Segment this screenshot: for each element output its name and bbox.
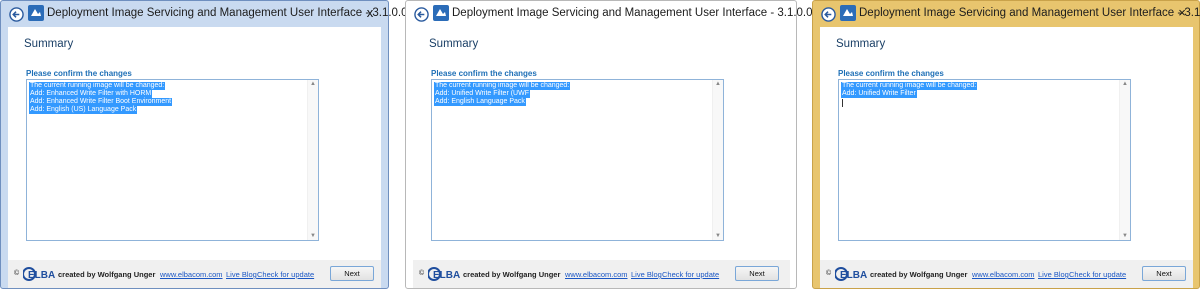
scroll-down-icon[interactable]: ▼ <box>715 233 721 239</box>
scroll-up-icon[interactable]: ▲ <box>1122 81 1128 87</box>
created-by-label: created by Wolfgang Unger <box>870 270 968 279</box>
change-line: Add: Enhanced Write Filter with HORM <box>29 90 153 98</box>
next-button[interactable]: Next <box>735 266 779 281</box>
dism-app-icon <box>28 5 44 21</box>
footer: © ELBA created by Wolfgang Unger www.elb… <box>8 260 381 288</box>
change-line: Add: Unified Write Filter (UWF <box>434 90 530 98</box>
created-by-label: created by Wolfgang Unger <box>463 270 561 279</box>
vertical-scrollbar[interactable]: ▲ ▼ <box>1119 80 1130 240</box>
change-line: Add: Unified Write Filter <box>841 90 917 98</box>
dism-app-icon <box>840 5 856 21</box>
client-area: Summary Please confirm the changes The c… <box>413 27 790 288</box>
page-title: Summary <box>24 38 74 50</box>
close-button[interactable]: × <box>1171 4 1193 22</box>
elba-logo-text: ELBA <box>840 270 867 281</box>
live-blog-link[interactable]: Live Blog <box>631 270 662 279</box>
footer: © ELBA created by Wolfgang Unger www.elb… <box>820 260 1193 288</box>
dism-window-win7: Deployment Image Servicing and Managemen… <box>0 0 408 289</box>
check-update-link[interactable]: Check for update <box>1069 270 1126 279</box>
vertical-scrollbar[interactable]: ▲ ▼ <box>712 80 723 240</box>
title-bar: Deployment Image Servicing and Managemen… <box>813 1 1200 27</box>
scroll-down-icon[interactable]: ▼ <box>1122 233 1128 239</box>
copyright-symbol: © <box>826 270 832 277</box>
back-arrow-icon[interactable] <box>9 7 24 22</box>
changes-textbox[interactable]: The current running image will be change… <box>431 79 724 241</box>
website-link[interactable]: www.elbacom.com <box>972 270 1035 279</box>
client-area: Summary Please confirm the changes The c… <box>820 27 1193 288</box>
changes-textbox[interactable]: The current running image will be change… <box>838 79 1131 241</box>
confirm-label: Please confirm the changes <box>838 69 944 78</box>
scroll-down-icon[interactable]: ▼ <box>310 233 316 239</box>
footer: © ELBA created by Wolfgang Unger www.elb… <box>413 260 790 288</box>
confirm-label: Please confirm the changes <box>26 69 132 78</box>
dism-window-win8: Deployment Image Servicing and Managemen… <box>812 0 1200 289</box>
change-line: The current running image will be change… <box>434 82 571 90</box>
elba-logo-text: ELBA <box>433 270 460 281</box>
back-arrow-icon[interactable] <box>414 7 429 22</box>
changes-textbox[interactable]: The current running image will be change… <box>26 79 319 241</box>
change-line: The current running image will be change… <box>841 82 978 90</box>
dism-window-win10: Deployment Image Servicing and Managemen… <box>405 0 813 289</box>
confirm-label: Please confirm the changes <box>431 69 537 78</box>
vertical-scrollbar[interactable]: ▲ ▼ <box>307 80 318 240</box>
live-blog-link[interactable]: Live Blog <box>1038 270 1069 279</box>
check-update-link[interactable]: Check for update <box>257 270 314 279</box>
client-area: Summary Please confirm the changes The c… <box>8 27 381 288</box>
title-bar: Deployment Image Servicing and Managemen… <box>406 1 813 27</box>
window-title: Deployment Image Servicing and Managemen… <box>859 7 1200 19</box>
website-link[interactable]: www.elbacom.com <box>160 270 223 279</box>
scroll-up-icon[interactable]: ▲ <box>310 81 316 87</box>
text-caret <box>842 99 843 107</box>
next-button[interactable]: Next <box>330 266 374 281</box>
dism-app-icon <box>433 5 449 21</box>
window-title: Deployment Image Servicing and Managemen… <box>47 7 408 19</box>
window-title: Deployment Image Servicing and Managemen… <box>452 7 813 19</box>
live-blog-link[interactable]: Live Blog <box>226 270 257 279</box>
page-title: Summary <box>429 38 479 50</box>
copyright-symbol: © <box>14 270 20 277</box>
copyright-symbol: © <box>419 270 425 277</box>
scroll-up-icon[interactable]: ▲ <box>715 81 721 87</box>
change-line: Add: English (US) Language Pack <box>29 106 138 114</box>
check-update-link[interactable]: Check for update <box>662 270 719 279</box>
close-button[interactable]: x <box>359 4 381 22</box>
title-bar: Deployment Image Servicing and Managemen… <box>1 1 408 27</box>
change-line: Add: Enhanced Write Filter Boot Environm… <box>29 98 173 106</box>
change-line: The current running image will be change… <box>29 82 166 90</box>
next-button[interactable]: Next <box>1142 266 1186 281</box>
back-arrow-icon[interactable] <box>821 7 836 22</box>
created-by-label: created by Wolfgang Unger <box>58 270 156 279</box>
website-link[interactable]: www.elbacom.com <box>565 270 628 279</box>
elba-logo-text: ELBA <box>28 270 55 281</box>
page-title: Summary <box>836 38 886 50</box>
change-line: Add: English Language Pack <box>434 98 526 106</box>
